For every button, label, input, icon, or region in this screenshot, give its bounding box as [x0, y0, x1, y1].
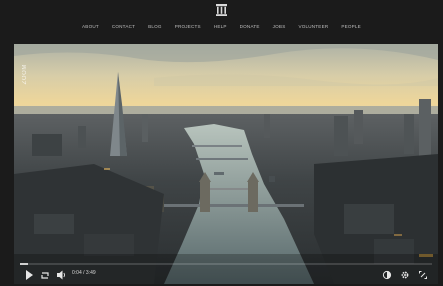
nav-contact[interactable]: CONTACT [105, 22, 141, 32]
nav-donate[interactable]: DONATE [233, 22, 266, 32]
contrast-icon[interactable] [382, 269, 392, 281]
video-player[interactable]: ZOOM 0:04 / 3:49 [14, 44, 438, 284]
nav-blog[interactable]: BLOG [142, 22, 169, 32]
nav-about[interactable]: ABOUT [76, 22, 106, 32]
gear-icon[interactable] [400, 269, 410, 281]
nav-projects[interactable]: PROJECTS [168, 22, 207, 32]
channel-watermark: ZOOM [22, 64, 28, 85]
columns-building-icon[interactable] [216, 4, 227, 16]
main-nav: ABOUT CONTACT BLOG PROJECTS HELP DONATE … [0, 22, 443, 32]
loop-icon[interactable] [40, 269, 50, 281]
expand-icon[interactable] [418, 269, 428, 281]
player-controls: 0:04 / 3:49 [14, 262, 438, 284]
site-header: ABOUT CONTACT BLOG PROJECTS HELP DONATE … [0, 0, 443, 34]
play-icon[interactable] [24, 269, 34, 281]
nav-volunteer[interactable]: VOLUNTEER [292, 22, 335, 32]
time-display: 0:04 / 3:49 [72, 270, 96, 276]
video-frame[interactable] [14, 44, 438, 284]
progress-fill [20, 263, 29, 265]
nav-people[interactable]: PEOPLE [335, 22, 368, 32]
volume-icon[interactable] [56, 269, 66, 281]
nav-jobs[interactable]: JOBS [266, 22, 292, 32]
progress-bar[interactable] [20, 263, 432, 265]
nav-help[interactable]: HELP [207, 22, 233, 32]
